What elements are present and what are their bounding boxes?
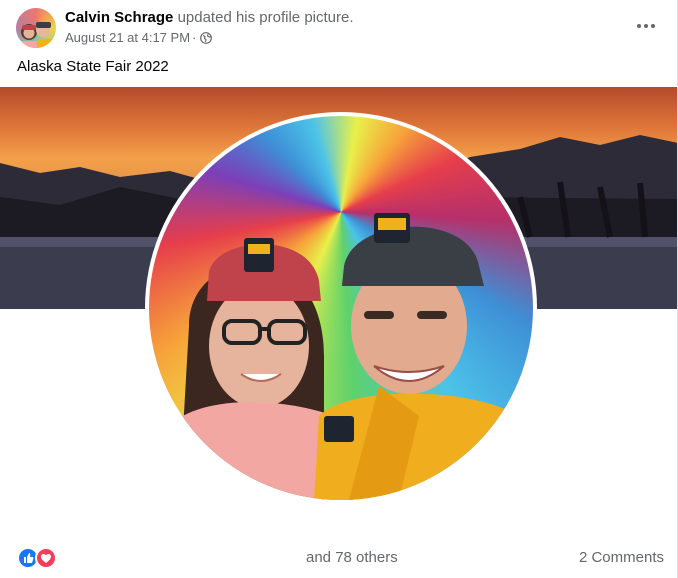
meta-separator: · (192, 30, 197, 45)
post-action-text: updated his profile picture. (177, 9, 354, 26)
post-timestamp-link[interactable]: August 21 at 4:17 PM (65, 30, 190, 46)
feed-post: Calvin Schrage updated his profile pictu… (0, 0, 678, 578)
more-horizontal-icon (637, 24, 655, 28)
globe-icon[interactable] (200, 32, 213, 44)
author-avatar[interactable] (16, 8, 56, 48)
avatar-image (16, 8, 56, 48)
post-title-line: Calvin Schrage updated his profile pictu… (65, 9, 354, 27)
profile-photo[interactable] (149, 116, 533, 500)
comments-count-link[interactable]: 2 Comments (579, 549, 664, 567)
post-caption: Alaska State Fair 2022 (17, 58, 169, 75)
profile-update-media[interactable] (0, 87, 678, 505)
reaction-summary-link[interactable]: and 78 others (306, 549, 398, 567)
post-meta: August 21 at 4:17 PM · (65, 30, 213, 46)
author-name-link[interactable]: Calvin Schrage (65, 9, 173, 26)
love-icon (35, 547, 57, 569)
reaction-icons[interactable] (17, 547, 57, 569)
post-header: Calvin Schrage updated his profile pictu… (0, 0, 678, 56)
post-footer: and 78 others 2 Comments (0, 533, 678, 578)
post-options-button[interactable] (628, 12, 664, 40)
